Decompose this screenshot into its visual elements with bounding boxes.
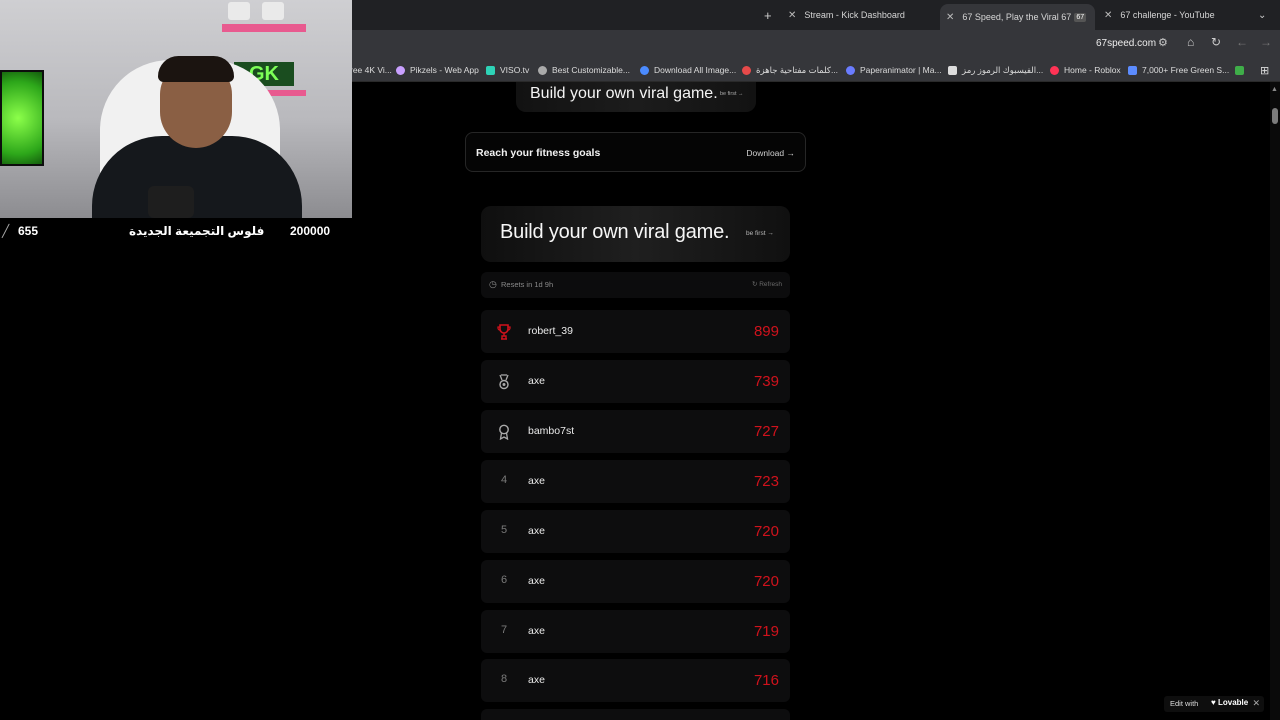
top-promo-banner[interactable]: Build your own viral game. be first → [516,82,756,112]
clock-icon: ◷ [489,279,497,289]
leaderboard-row[interactable]: 6 axe 720 [481,560,790,603]
scroll-up-icon[interactable]: ▲ [1271,86,1278,93]
green-screen-panel [0,70,44,166]
tab-favicon-67: 67 [1074,12,1087,22]
chevron-down-icon: ⌄ [1258,9,1267,21]
close-icon[interactable]: ✕ [946,12,954,23]
lovable-logo: ♥ Lovable [1211,698,1249,707]
bookmark-item[interactable]: Best Customizable... [538,63,630,77]
leaderboard-row-partial[interactable] [481,709,790,720]
fitness-title: Reach your fitness goals [476,147,601,159]
new-tab-button[interactable]: + [760,4,780,26]
pikzels-icon [396,65,405,75]
scroll-thumb[interactable] [1272,108,1278,124]
site-settings-icon[interactable]: ⚙ [1158,36,1168,49]
px-icon [1235,65,1245,75]
greenscreen-icon [1128,65,1137,75]
leaderboard-row[interactable]: 5 axe 720 [481,510,790,553]
back-icon[interactable]: → [1260,35,1272,49]
leaderboard-row[interactable]: 7 axe 719 [481,610,790,653]
leaderboard-row[interactable]: axe 739 [481,360,790,403]
award-icon [495,424,513,440]
streamer [92,136,302,218]
promo-banner[interactable]: Build your own viral game. be first → [481,206,790,262]
tab-youtube[interactable]: ✕ 67 challenge - YouTube [1098,4,1253,26]
streamer-hair [158,56,234,82]
refresh-button[interactable]: ↻ Refresh [752,280,782,288]
apps-grid-icon[interactable]: ⊞ [1260,63,1269,77]
home-icon[interactable]: ⌂ [1187,35,1194,49]
bookmark-item[interactable]: Pikzels - Web App [396,63,479,77]
bookmark-item[interactable]: Paperanimator | Ma... [846,63,942,77]
reload-icon[interactable]: ↻ [1211,35,1221,49]
close-icon[interactable]: ✕ [1252,698,1260,709]
bookmark-item[interactable]: Home - Roblox [1050,63,1121,77]
overlay-title: فلوس التجميعة الجديدة [129,224,265,238]
leaderboard-row[interactable]: 8 axe 716 [481,659,790,702]
medal-icon [495,374,513,390]
overlay-left-value: 655 [18,224,39,238]
viso-icon [486,65,495,75]
close-icon[interactable]: ✕ [788,10,796,21]
leaderboard-row[interactable]: bambo7st 727 [481,410,790,453]
reset-timer-bar: ◷ Resets in 1d 9h ↻ Refresh [481,272,790,298]
trophy-icon [495,324,513,340]
keywords-icon [742,65,751,75]
globe-icon [538,65,547,75]
fitness-card[interactable]: Reach your fitness goals Download → [465,132,806,172]
leaderboard-row[interactable]: 4 axe 723 [481,460,790,503]
stream-overlay-bar: ╱ 655 فلوس التجميعة الجديدة 200000 [0,218,352,244]
leaderboard-row[interactable]: robert_39 899 [481,310,790,353]
reset-timer: Resets in 1d 9h [501,280,554,289]
close-icon[interactable]: ✕ [1104,10,1112,21]
webcam-feed: GK [0,0,352,218]
tab-kick-dashboard[interactable]: ✕ Stream - Kick Dashboard [782,4,937,26]
bookmark-item[interactable]: 7,000+ Free Green S... [1128,63,1249,77]
bookmark-item[interactable]: ree 4K Vi... [350,63,392,77]
bookmark-item[interactable]: الفيسبوك الرموز رمز... [948,63,1043,77]
download-icon [640,65,649,75]
be-first-link[interactable]: be first → [746,230,774,237]
page-icon [948,65,957,75]
roblox-icon [1050,65,1059,75]
forward-icon[interactable]: ← [1236,35,1248,49]
bookmark-item[interactable]: VISO.tv [486,63,529,77]
paperanimator-icon [846,65,855,75]
tab-67speed[interactable]: ✕ 67 Speed, Play the Viral 67 Gan 67 [940,4,1095,30]
overlay-right-value: 200000 [290,224,331,238]
scrollbar[interactable] [1270,82,1280,720]
microphone [148,186,194,218]
banner-title: Build your own viral game. [500,221,730,243]
bookmark-item[interactable]: Download All Image... [640,63,736,77]
tab-search-dropdown[interactable]: ⌄ [1258,4,1276,26]
bookmark-item[interactable]: كلمات مفتاحية جاهزة... [742,63,838,77]
download-link[interactable]: Download → [746,148,795,158]
url-text[interactable]: 67speed.com [1096,38,1156,49]
slash-icon: ╱ [2,224,10,238]
lovable-badge[interactable]: Edit with ♥ Lovable ✕ [1164,696,1264,712]
